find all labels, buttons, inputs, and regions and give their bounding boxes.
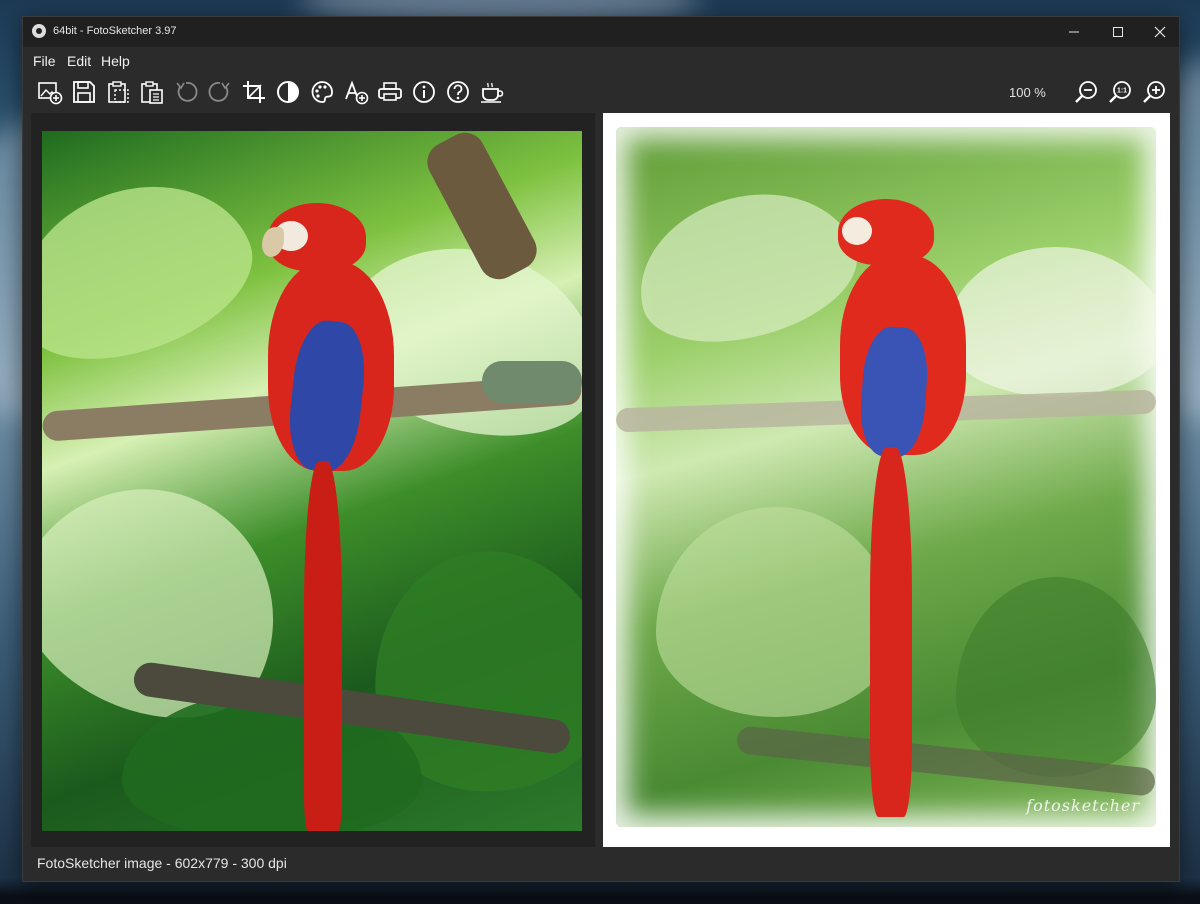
painted-parrot-tail [870,447,912,817]
close-icon [1154,26,1166,38]
menu-edit[interactable]: Edit [67,53,91,69]
painted-foliage [956,577,1156,777]
menu-bar: File Edit Help [23,47,1179,73]
zoom-in-icon [1143,81,1165,103]
status-text: FotoSketcher image - 602x779 - 300 dpi [37,855,287,871]
zoom-actual-size-button[interactable]: 1:1 [1105,77,1135,107]
floppy-disk-icon [73,81,95,103]
maximize-icon [1113,27,1123,37]
add-text-button[interactable] [341,77,371,107]
redo-button[interactable] [205,77,235,107]
sketch-image: fotosketcher [616,127,1156,827]
text-add-icon [345,80,369,105]
paste-button[interactable] [137,77,167,107]
zoom-1-1-icon: 1:1 [1109,81,1131,103]
zoom-level: 100 % [1009,85,1046,100]
save-button[interactable] [69,77,99,107]
parrot-tail [304,461,342,831]
window-title: 64bit - FotoSketcher 3.97 [53,25,177,37]
minimize-icon [1069,31,1079,33]
foliage [42,154,273,388]
coffee-cup-icon [481,82,504,103]
painted-parrot-face [842,217,872,245]
info-icon [413,81,435,103]
info-button[interactable] [409,77,439,107]
undo-button[interactable] [171,77,201,107]
palette-icon [311,81,333,103]
minimize-button[interactable] [1053,17,1095,47]
print-button[interactable] [375,77,405,107]
donate-button[interactable] [477,77,507,107]
app-window: 64bit - FotoSketcher 3.97 File Edit Help [22,16,1180,882]
maximize-button[interactable] [1097,17,1139,47]
sketch-result-pane[interactable]: fotosketcher [603,113,1170,847]
painted-foliage [621,170,871,364]
sketch-signature: fotosketcher [1026,796,1140,815]
zoom-1-1-label: 1:1 [1117,88,1127,95]
open-image-button[interactable] [35,77,65,107]
toolbar: 100 % 1:1 [23,73,1179,113]
clipboard-copy-icon [108,81,129,103]
undo-icon [176,82,198,102]
painted-foliage [946,247,1156,397]
question-icon [447,81,469,103]
title-bar[interactable]: 64bit - FotoSketcher 3.97 [23,17,1179,47]
redo-icon [208,82,230,102]
menu-help[interactable]: Help [101,53,130,69]
zoom-in-button[interactable] [1139,77,1169,107]
menu-file[interactable]: File [33,53,56,69]
crop-button[interactable] [239,77,269,107]
copy-button[interactable] [103,77,133,107]
printer-icon [378,82,402,101]
app-logo-icon [32,24,46,38]
contrast-icon [277,81,299,103]
image-add-icon [38,82,63,105]
status-bar: FotoSketcher image - 602x779 - 300 dpi [23,845,1179,881]
palette-button[interactable] [307,77,337,107]
original-image-pane[interactable] [31,113,595,847]
clipboard-paste-icon [141,81,163,104]
painted-foliage [656,507,896,717]
contrast-button[interactable] [273,77,303,107]
crop-icon [243,81,265,103]
original-photo [42,131,582,831]
zoom-out-button[interactable] [1071,77,1101,107]
zoom-out-icon [1075,81,1097,103]
help-button[interactable] [443,77,473,107]
pipe [482,361,582,403]
close-button[interactable] [1139,17,1181,47]
